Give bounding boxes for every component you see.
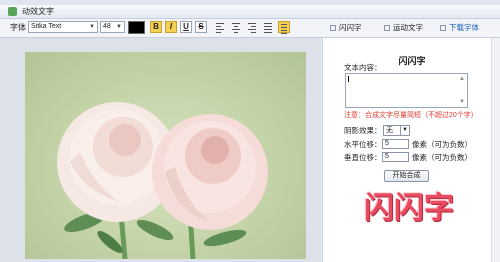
tab-shining-text[interactable]: 闪闪字 — [330, 22, 362, 33]
rose-image — [57, 102, 268, 259]
v-offset-label: 垂直位移： — [344, 153, 382, 162]
title-bar: 动效文字 — [0, 5, 500, 19]
align-left-icon[interactable] — [214, 21, 226, 33]
align-justify-icon[interactable] — [262, 21, 274, 33]
tab-icon — [440, 25, 446, 32]
chevron-down-icon: ▼ — [89, 24, 95, 30]
font-family-select[interactable]: Sitka Text ▼ — [28, 21, 98, 33]
tab-label: 闪闪字 — [339, 23, 362, 32]
preview-text: 闪闪字 — [364, 192, 454, 225]
align-center-icon[interactable] — [230, 21, 242, 33]
chevron-down-icon: ▼ — [116, 24, 122, 30]
panel-scrollbar[interactable] — [491, 38, 500, 262]
shadow-label: 阴影效果： — [344, 126, 382, 135]
font-family-value: Sitka Text — [31, 23, 62, 30]
content-textarea[interactable]: ▲ ▼ — [345, 73, 468, 108]
bold-button[interactable]: B — [150, 21, 162, 33]
chevron-down-icon: ▼ — [400, 126, 409, 135]
v-offset-input[interactable]: 5 — [382, 152, 409, 162]
scroll-down-icon[interactable]: ▼ — [459, 99, 465, 105]
window-title: 动效文字 — [22, 7, 54, 16]
align-right-icon[interactable] — [246, 21, 258, 33]
generate-button[interactable]: 开始合成 — [384, 170, 429, 182]
h-offset-unit: 像素（可为负数） — [412, 140, 472, 149]
tab-label: 运动文字 — [393, 23, 423, 32]
tab-icon — [384, 25, 390, 32]
h-offset-label: 水平位移： — [344, 140, 382, 149]
font-label: 字体 — [10, 23, 26, 32]
scroll-up-icon[interactable]: ▲ — [459, 76, 465, 82]
underline-button[interactable]: U — [180, 21, 192, 33]
shadow-value: 无 — [386, 127, 393, 134]
shadow-select[interactable]: 无 ▼ — [383, 125, 410, 136]
text-color-swatch[interactable] — [128, 21, 145, 34]
italic-button[interactable]: I — [165, 21, 177, 33]
background-photo — [25, 52, 306, 259]
align-justify-all-icon[interactable] — [278, 21, 290, 34]
strikethrough-button[interactable]: S — [195, 21, 207, 33]
tab-download-fonts[interactable]: 下载字体 — [440, 22, 479, 33]
tab-motion-text[interactable]: 运动文字 — [384, 22, 423, 33]
length-warning: 注意：合成文字尽量简短（不超过20个字） — [344, 112, 478, 119]
v-offset-unit: 像素（可为负数） — [412, 153, 472, 162]
h-offset-input[interactable]: 5 — [382, 139, 409, 149]
content-label: 文本内容： — [344, 63, 382, 72]
tab-bar: 闪闪字 运动文字 下载字体 — [322, 19, 500, 37]
tab-label: 下载字体 — [449, 23, 479, 32]
app-icon — [8, 7, 17, 16]
font-size-select[interactable]: 48 ▼ — [100, 21, 125, 33]
tab-icon — [330, 25, 336, 32]
text-caret — [348, 76, 349, 82]
font-size-value: 48 — [103, 23, 111, 30]
